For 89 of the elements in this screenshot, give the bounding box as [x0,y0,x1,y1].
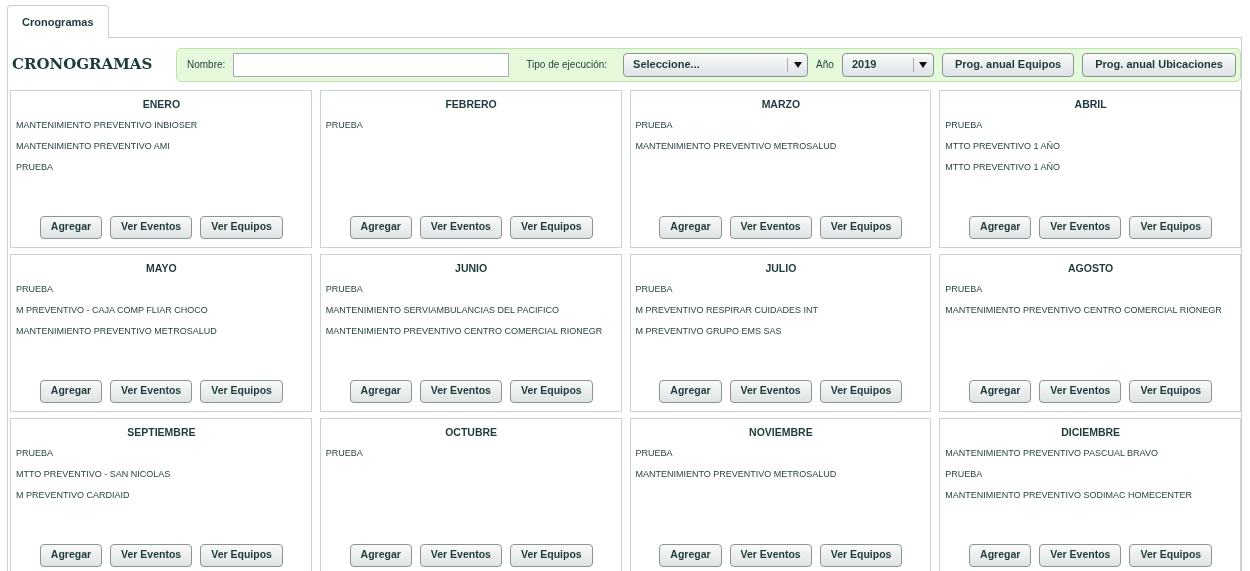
card-button[interactable]: Ver Eventos [1039,379,1122,403]
schedule-item[interactable]: PRUEBA [16,448,307,460]
card-button[interactable]: Ver Eventos [729,543,812,567]
month-title: DICIEMBRE [1060,424,1122,440]
year-dropdown[interactable]: 2019 [841,52,934,77]
card-button[interactable]: Agregar [349,379,412,403]
card-button[interactable]: Ver Eventos [729,215,812,239]
schedule-item[interactable]: MTTO PREVENTIVO 1 AÑO [945,161,1236,173]
card-button[interactable]: Ver Equipos [819,215,903,239]
card-button[interactable]: Agregar [39,379,103,403]
month-title: OCTUBRE [444,424,499,440]
card-button[interactable]: Ver Equipos [819,543,903,567]
card-button[interactable]: Agregar [349,215,412,239]
card-button[interactable]: Ver Equipos [200,215,283,239]
schedule-item[interactable]: M PREVENTIVO CARDIAID [16,489,307,501]
card-button[interactable]: Agregar [39,215,103,239]
card-button[interactable]: Ver Equipos [819,379,903,403]
schedule-item[interactable]: MANTENIMIENTO PREVENTIVO CENTRO COMERCIAL RIONEGR [945,305,1236,316]
card-button[interactable]: Ver Eventos [419,215,502,239]
schedule-item[interactable]: MANTENIMIENTO PREVENTIVO SODIMAC HOMECENTER [945,489,1236,501]
caret-icon [793,61,802,68]
month-title: FEBRERO [444,96,498,112]
month-title: MARZO [760,96,802,112]
schedule-item[interactable]: MANTENIMIENTO PREVENTIVO METROSALUD [635,469,927,480]
schedule-item[interactable]: MANTENIMIENTO PREVENTIVO METROSALUD [635,141,927,152]
card-button[interactable]: Ver Equipos [509,379,593,403]
card-button[interactable]: Ver Eventos [729,379,812,403]
month-title: JUNIO [454,260,489,276]
schedule-item[interactable]: PRUEBA [325,284,617,296]
card-button[interactable]: Ver Eventos [110,379,193,403]
card-button[interactable]: Agregar [969,379,1032,403]
annual-schedule-button[interactable]: Prog. anual Ubicaciones [1082,52,1236,77]
card-button[interactable]: Ver Eventos [110,215,193,239]
schedule-item[interactable]: MANTENIMIENTO PREVENTIVO INBIOSER [16,120,307,132]
schedule-item[interactable]: M PREVENTIVO GRUPO EMS SAS [635,325,927,337]
card-button[interactable]: Ver Equipos [509,543,593,567]
schedule-item[interactable]: PRUEBA [325,448,617,460]
execution-type-dropdown[interactable]: Seleccione... [623,52,809,77]
schedule-item[interactable]: PRUEBA [945,120,1236,132]
schedule-item[interactable]: MANTENIMIENTO PREVENTIVO PASCUAL BRAVO [945,448,1236,460]
card-button[interactable]: Agregar [659,379,722,403]
schedule-item[interactable]: PRUEBA [635,448,927,460]
month-title: NOVIEMBRE [748,424,814,440]
card-button[interactable]: Ver Equipos [200,543,283,567]
schedule-item[interactable]: MANTENIMIENTO PREVENTIVO CENTRO COMERCIAL RIONEGR [325,325,617,337]
schedule-item[interactable]: PRUEBA [945,469,1236,480]
card-button[interactable]: Agregar [969,215,1032,239]
card-button[interactable]: Ver Eventos [110,543,193,567]
field-label: Nombre: [187,58,226,72]
month-title: SEPTIEMBRE [126,424,197,440]
caret-icon [919,61,928,68]
card-button[interactable]: Ver Equipos [200,379,283,403]
tab[interactable]: Cronogramas [7,5,109,38]
card-button[interactable]: Agregar [659,215,722,239]
annual-schedule-button[interactable]: Prog. anual Equipos [941,52,1075,77]
schedule-item[interactable]: MTTO PREVENTIVO 1 AÑO [945,141,1236,152]
month-title: AGOSTO [1066,260,1115,276]
card-button[interactable]: Ver Eventos [419,543,502,567]
schedule-item[interactable]: PRUEBA [945,284,1236,296]
card-button[interactable]: Ver Eventos [1039,215,1122,239]
schedule-item[interactable]: M PREVENTIVO - CAJA COMP FLIAR CHOCO [16,305,307,316]
schedule-item[interactable]: PRUEBA [635,120,927,132]
schedule-item[interactable]: MANTENIMIENTO PREVENTIVO AMI [16,141,307,152]
schedule-item[interactable]: PRUEBA [635,284,927,296]
schedule-item[interactable]: MANTENIMIENTO SERVIAMBULANCIAS DEL PACIFICO [325,305,617,316]
name-input-field[interactable] [233,52,510,77]
field-label: Año [816,58,834,72]
month-title: JULIO [764,260,798,276]
card-button[interactable]: Ver Equipos [509,215,593,239]
card-button[interactable]: Ver Eventos [419,379,502,403]
schedule-item[interactable]: MTTO PREVENTIVO - SAN NICOLAS [16,469,307,480]
schedule-item[interactable]: M PREVENTIVO RESPIRAR CUIDADES INT [635,305,927,316]
schedule-item[interactable]: MANTENIMIENTO PREVENTIVO METROSALUD [16,325,307,337]
schedule-item[interactable]: PRUEBA [16,284,307,296]
card-button[interactable]: Agregar [659,543,722,567]
month-title: MAYO [145,260,178,276]
card-button[interactable]: Ver Equipos [1129,215,1213,239]
field-label: Tipo de ejecución: [526,58,608,72]
page-title: CRONOGRAMAS [11,54,154,76]
card-button[interactable]: Agregar [969,543,1032,567]
card-button[interactable]: Ver Equipos [1129,543,1213,567]
card-button[interactable]: Agregar [39,543,103,567]
month-title: ENERO [141,96,182,112]
card-button[interactable]: Ver Equipos [1129,379,1213,403]
schedule-item[interactable]: PRUEBA [16,161,307,173]
card-button[interactable]: Ver Eventos [1039,543,1122,567]
month-title: ABRIL [1073,96,1108,112]
schedule-item[interactable]: PRUEBA [325,120,617,132]
card-button[interactable]: Agregar [349,543,412,567]
